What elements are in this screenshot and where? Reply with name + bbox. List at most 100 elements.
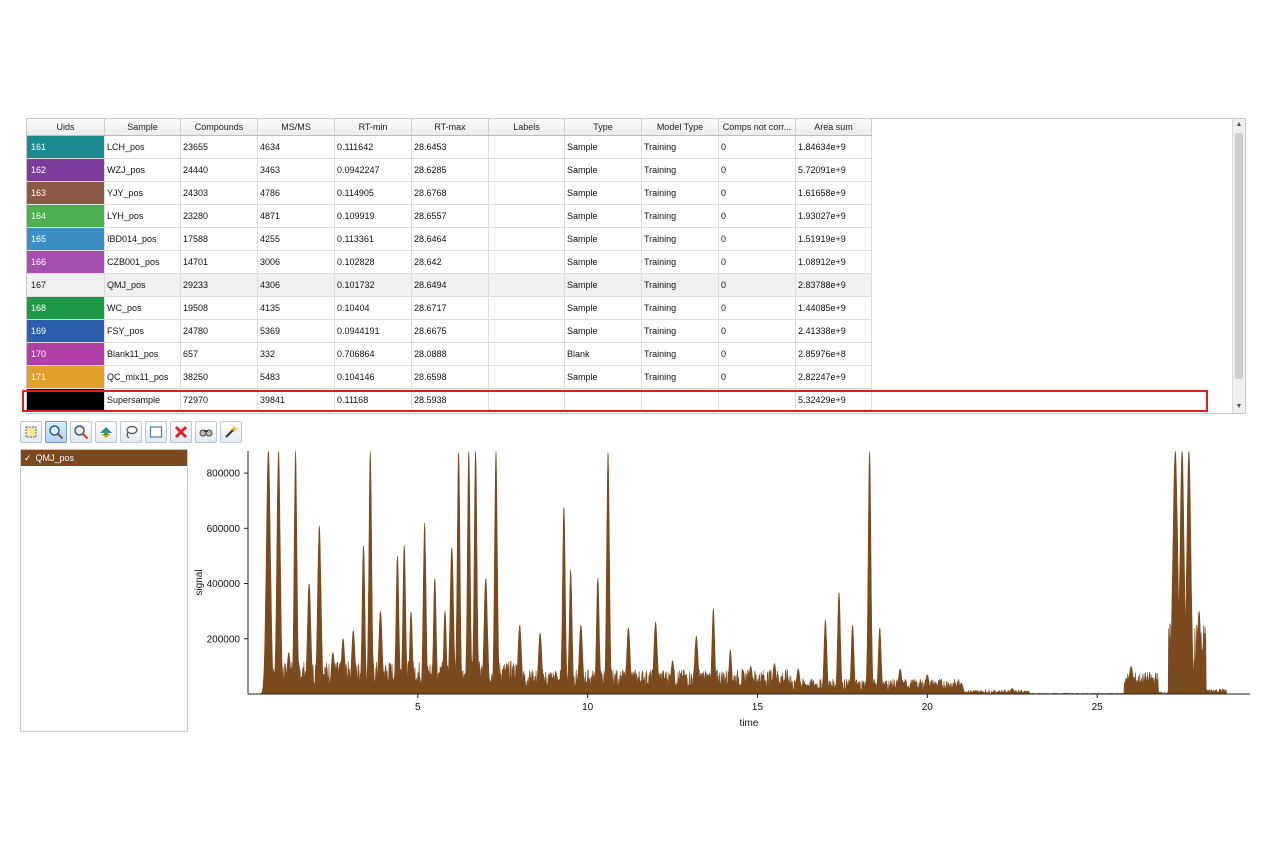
table-row[interactable]: 165 IBD014_pos 17588 4255 0.113361 28.6464 Sam… xyxy=(27,228,872,251)
cell-uids[interactable]: 167 xyxy=(27,274,105,296)
cell-rt-max[interactable]: 28.642 xyxy=(412,251,489,273)
cell-msms[interactable]: 4871 xyxy=(258,205,335,227)
table-vertical-scrollbar[interactable]: ▲ ▼ xyxy=(1232,119,1245,413)
cell-labels[interactable] xyxy=(489,343,565,365)
cell-area-sum[interactable]: 1.08912e+9 xyxy=(796,251,872,273)
cell-sample[interactable]: CZB001_pos xyxy=(105,251,181,273)
cell-compounds[interactable]: 24303 xyxy=(181,182,258,204)
table-row[interactable]: 168 WC_pos 19508 4135 0.10404 28.6717 Sample Tr… xyxy=(27,297,872,320)
cell-type[interactable]: Sample xyxy=(565,251,642,273)
cell-rt-max[interactable]: 28.5938 xyxy=(412,389,489,411)
cell-rt-min[interactable]: 0.706864 xyxy=(335,343,412,365)
chromatogram-plot[interactable]: 200000 400000 600000 800000 5 10 15 20 25 time sig… xyxy=(188,449,1254,739)
cell-model-type[interactable] xyxy=(642,389,719,411)
cell-rt-max[interactable]: 28.6598 xyxy=(412,366,489,388)
cell-type[interactable]: Sample xyxy=(565,205,642,227)
cell-sample[interactable]: LCH_pos xyxy=(105,136,181,158)
cell-comps-not-corr[interactable]: 0 xyxy=(719,297,796,319)
table-row[interactable]: 161 LCH_pos 23655 4634 0.111642 28.6453 Sample… xyxy=(27,136,872,159)
cell-rt-max[interactable]: 28.6717 xyxy=(412,297,489,319)
cell-comps-not-corr[interactable]: 0 xyxy=(719,251,796,273)
cell-sample[interactable]: Supersample xyxy=(105,389,181,411)
cell-uids[interactable] xyxy=(27,389,105,411)
table-row[interactable]: 162 WZJ_pos 24440 3463 0.0942247 28.6285 Sampl… xyxy=(27,159,872,182)
column-header-model-type[interactable]: Model Type xyxy=(642,119,719,135)
cell-comps-not-corr[interactable]: 0 xyxy=(719,205,796,227)
cell-compounds[interactable]: 14701 xyxy=(181,251,258,273)
table-row[interactable]: 166 CZB001_pos 14701 3006 0.102828 28.642 Samp… xyxy=(27,251,872,274)
view-button[interactable] xyxy=(195,421,217,443)
cell-uids[interactable]: 169 xyxy=(27,320,105,342)
cell-comps-not-corr[interactable] xyxy=(719,389,796,411)
cell-labels[interactable] xyxy=(489,320,565,342)
cell-msms[interactable]: 39841 xyxy=(258,389,335,411)
cell-msms[interactable]: 4306 xyxy=(258,274,335,296)
cell-comps-not-corr[interactable]: 0 xyxy=(719,228,796,250)
cell-type[interactable]: Sample xyxy=(565,159,642,181)
table-row[interactable]: 169 FSY_pos 24780 5369 0.0944191 28.6675 Sampl… xyxy=(27,320,872,343)
cell-type[interactable]: Sample xyxy=(565,228,642,250)
pan-button[interactable] xyxy=(95,421,117,443)
cell-area-sum[interactable]: 5.72091e+9 xyxy=(796,159,872,181)
cell-rt-max[interactable]: 28.6768 xyxy=(412,182,489,204)
cell-compounds[interactable]: 23280 xyxy=(181,205,258,227)
cell-labels[interactable] xyxy=(489,274,565,296)
cell-compounds[interactable]: 24440 xyxy=(181,159,258,181)
cell-msms[interactable]: 332 xyxy=(258,343,335,365)
cell-model-type[interactable]: Training xyxy=(642,136,719,158)
zoom-in-button[interactable] xyxy=(45,421,67,443)
cell-model-type[interactable]: Training xyxy=(642,205,719,227)
cell-area-sum[interactable]: 1.84634e+9 xyxy=(796,136,872,158)
cell-labels[interactable] xyxy=(489,159,565,181)
cell-type[interactable]: Sample xyxy=(565,182,642,204)
cell-uids[interactable]: 166 xyxy=(27,251,105,273)
column-header-uids[interactable]: Uids xyxy=(27,119,105,135)
zoom-out-button[interactable] xyxy=(70,421,92,443)
cell-msms[interactable]: 4255 xyxy=(258,228,335,250)
select-button[interactable] xyxy=(20,421,42,443)
scroll-up-icon[interactable]: ▲ xyxy=(1233,119,1245,131)
cell-msms[interactable]: 4786 xyxy=(258,182,335,204)
cell-uids[interactable]: 164 xyxy=(27,205,105,227)
column-header-labels[interactable]: Labels xyxy=(489,119,565,135)
cell-comps-not-corr[interactable]: 0 xyxy=(719,182,796,204)
column-header-rt-min[interactable]: RT-min xyxy=(335,119,412,135)
cell-rt-min[interactable]: 0.11168 xyxy=(335,389,412,411)
cell-labels[interactable] xyxy=(489,366,565,388)
cell-type[interactable]: Blank xyxy=(565,343,642,365)
cell-msms[interactable]: 5483 xyxy=(258,366,335,388)
cell-msms[interactable]: 5369 xyxy=(258,320,335,342)
rectangle-button[interactable] xyxy=(145,421,167,443)
cell-labels[interactable] xyxy=(489,251,565,273)
cell-labels[interactable] xyxy=(489,228,565,250)
cell-labels[interactable] xyxy=(489,205,565,227)
cell-rt-max[interactable]: 28.6557 xyxy=(412,205,489,227)
cell-labels[interactable] xyxy=(489,182,565,204)
column-header-rt-max[interactable]: RT-max xyxy=(412,119,489,135)
checkmark-icon[interactable]: ✓ xyxy=(24,450,32,466)
table-row[interactable]: 171 QC_mix11_pos 38250 5483 0.104146 28.6598 S… xyxy=(27,366,872,389)
cell-uids[interactable]: 163 xyxy=(27,182,105,204)
scroll-down-icon[interactable]: ▼ xyxy=(1233,401,1245,413)
cell-comps-not-corr[interactable]: 0 xyxy=(719,343,796,365)
scrollbar-thumb[interactable] xyxy=(1235,133,1243,379)
column-header-msms[interactable]: MS/MS xyxy=(258,119,335,135)
cell-uids[interactable]: 168 xyxy=(27,297,105,319)
cell-sample[interactable]: QMJ_pos xyxy=(105,274,181,296)
cell-compounds[interactable]: 23655 xyxy=(181,136,258,158)
cell-labels[interactable] xyxy=(489,389,565,411)
cell-rt-min[interactable]: 0.104146 xyxy=(335,366,412,388)
cell-sample[interactable]: WZJ_pos xyxy=(105,159,181,181)
delete-button[interactable] xyxy=(170,421,192,443)
cell-model-type[interactable]: Training xyxy=(642,297,719,319)
column-header-sample[interactable]: Sample xyxy=(105,119,181,135)
cell-rt-max[interactable]: 28.6494 xyxy=(412,274,489,296)
cell-sample[interactable]: QC_mix11_pos xyxy=(105,366,181,388)
cell-sample[interactable]: LYH_pos xyxy=(105,205,181,227)
sample-list-item[interactable]: ✓ QMJ_pos xyxy=(21,450,187,466)
cell-area-sum[interactable]: 1.61658e+9 xyxy=(796,182,872,204)
cell-type[interactable]: Sample xyxy=(565,274,642,296)
magic-wand-button[interactable] xyxy=(220,421,242,443)
table-row[interactable]: 164 LYH_pos 23280 4871 0.109919 28.6557 Sample… xyxy=(27,205,872,228)
cell-comps-not-corr[interactable]: 0 xyxy=(719,320,796,342)
